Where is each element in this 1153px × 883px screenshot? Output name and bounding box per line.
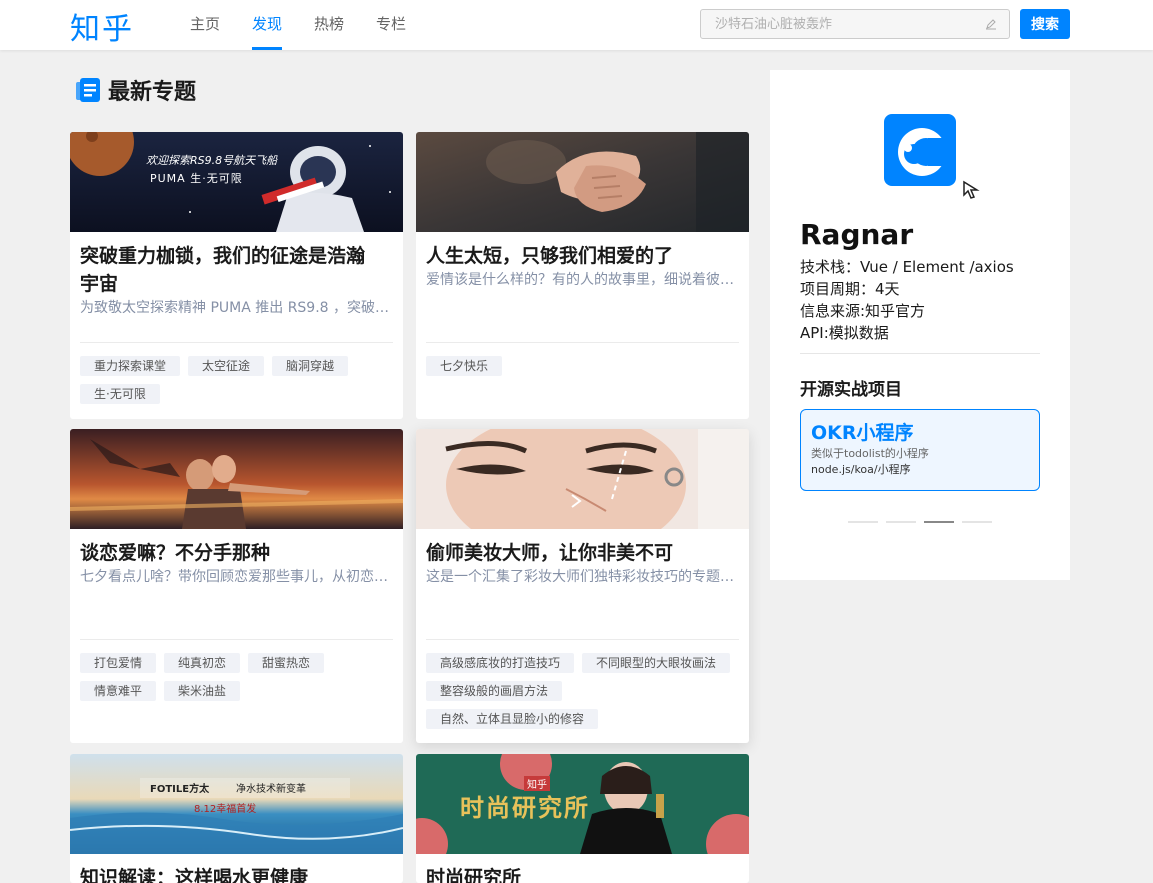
card-title: 人生太短，只够我们相爱的了 [426,245,674,267]
topic-cover-image: FOTILE方太 净水技术新变革 8.12幸福首发 [70,754,403,854]
info-tech-stack: 技术栈：Vue / Element /axios [800,258,1014,276]
cover-text: 净水技术新变革 [236,784,306,795]
topic-tag[interactable]: 生·无可限 [80,384,160,404]
topic-tag[interactable]: 柴米油盐 [164,681,241,701]
section-title: 最新专题 [108,80,197,105]
nav-column[interactable]: 专栏 [376,0,406,50]
card-title: 谈恋爱嘛？不分手那种 [80,542,271,564]
pen-icon [986,19,996,30]
topic-cover-image [70,429,403,529]
card-title: 时尚研究所 [426,867,522,883]
carousel-dot[interactable] [962,521,992,523]
topic-tag[interactable]: 纯真初恋 [164,653,241,673]
card-title: 偷师美妆大师，让你非美不可 [426,542,674,564]
project-title: OKR小程序 [811,422,914,444]
c-logo-avatar-icon [884,114,956,186]
info-api: API:模拟数据 [800,324,889,342]
cover-text: FOTILE方太 [150,784,210,795]
topic-card[interactable]: 欢迎探索RS9.8号航天飞船 PUMA 生·无可限 突破重力枷锁，我们的征途是浩… [70,132,403,419]
topic-tag[interactable]: 情意难平 [80,681,157,701]
profile-name: Ragnar [800,218,914,251]
topic-tag[interactable]: 自然、立体且显脸小的修容 [426,709,599,729]
tag-list: 七夕快乐 [426,356,739,384]
tag-list: 重力探索课堂 太空征途 脑洞穿越 生·无可限 [80,356,393,412]
carousel-dot[interactable] [848,521,878,523]
search-input[interactable] [701,10,971,38]
profile-sidebar: Ragnar 技术栈：Vue / Element /axios 项目周期：4天 … [770,70,1070,580]
info-period: 项目周期：4天 [800,280,900,298]
card-divider [426,342,739,343]
search-button[interactable]: 搜索 [1020,9,1070,39]
main-nav: 主页 发现 热榜 专栏 [190,0,438,50]
cover-text: 欢迎探索RS9.8号航天飞船 [146,154,278,167]
carousel-indicator [848,521,1000,523]
card-description: 七夕看点儿啥？带你回顾恋爱那些事儿，从初恋到热恋 [80,569,393,585]
card-title: 宇宙 [80,273,119,295]
section-heading: 最新专题 [74,74,196,106]
card-description: 为致敬太空探索精神 PUMA 推出 RS9.8 ，突破重力， [80,300,393,316]
tag-list: 高级感底妆的打造技巧 不同眼型的大眼妆画法 整容级般的画眉方法 自然、立体且显脸… [426,653,739,737]
topic-cover-image [416,132,749,232]
tag-list: 打包爱情 纯真初恋 甜蜜热恋 情意难平 柴米油盐 [80,653,393,709]
profile-info: 技术栈：Vue / Element /axios 项目周期：4天 信息来源:知乎… [800,256,1014,344]
topic-tag[interactable]: 整容级般的画眉方法 [426,681,563,701]
card-divider [80,342,393,343]
carousel-dot[interactable] [924,521,954,523]
cover-text: PUMA 生·无可限 [150,172,243,185]
carousel-dot[interactable] [886,521,916,523]
card-divider [426,639,739,640]
top-header: 知乎 主页 发现 热榜 专栏 搜索 [0,0,1153,50]
project-stack: node.js/koa/小程序 [811,463,911,476]
topic-tag[interactable]: 不同眼型的大眼妆画法 [582,653,731,673]
info-source: 信息来源:知乎官方 [800,302,926,320]
card-description: 这是一个汇集了彩妆大师们独特彩妆技巧的专题，分享 [426,569,739,585]
cover-text: 8.12幸福首发 [194,804,257,815]
open-source-heading: 开源实战项目 [800,380,902,400]
topic-cover-image: 欢迎探索RS9.8号航天飞船 PUMA 生·无可限 [70,132,403,232]
nav-home[interactable]: 主页 [190,0,220,50]
project-card[interactable]: OKR小程序 类似于todolist的小程序 node.js/koa/小程序 [800,409,1040,491]
nav-discover[interactable]: 发现 [252,0,283,50]
zhihu-logo[interactable]: 知乎 [70,4,134,48]
project-desc: 类似于todolist的小程序 [811,447,929,460]
document-list-icon [76,78,100,102]
cursor-arrow-icon [963,180,980,199]
topic-cover-image: 知乎 时尚研究所 [416,754,749,854]
topic-cover-image [416,429,749,529]
topic-tag[interactable]: 甜蜜热恋 [248,653,325,673]
topic-tag[interactable]: 高级感底妆的打造技巧 [426,653,575,673]
cover-text: 时尚研究所 [460,794,590,822]
topic-tag[interactable]: 重力探索课堂 [80,356,181,376]
topic-card[interactable]: 人生太短，只够我们相爱的了 爱情该是什么样的？有的人的故事里，细说着彼此的 七夕… [416,132,749,419]
search-box [700,9,1010,39]
topic-card[interactable]: FOTILE方太 净水技术新变革 8.12幸福首发 知识解读：这样喝水更健康 [70,754,403,883]
sidebar-divider [800,353,1040,354]
topic-card[interactable]: 偷师美妆大师，让你非美不可 这是一个汇集了彩妆大师们独特彩妆技巧的专题，分享 高… [416,429,749,743]
card-title: 突破重力枷锁，我们的征途是浩瀚 [80,245,366,267]
card-divider [80,639,393,640]
topic-card[interactable]: 知乎 时尚研究所 时尚研究所 [416,754,749,883]
topic-tag[interactable]: 脑洞穿越 [272,356,349,376]
topic-card[interactable]: 谈恋爱嘛？不分手那种 七夕看点儿啥？带你回顾恋爱那些事儿，从初恋到热恋 打包爱情… [70,429,403,743]
topic-tag[interactable]: 太空征途 [188,356,265,376]
card-description: 爱情该是什么样的？有的人的故事里，细说着彼此的 [426,272,739,288]
topic-tag[interactable]: 七夕快乐 [426,356,503,376]
topic-tag[interactable]: 打包爱情 [80,653,157,673]
card-title: 知识解读：这样喝水更健康 [80,867,309,883]
nav-hot[interactable]: 热榜 [314,0,344,50]
